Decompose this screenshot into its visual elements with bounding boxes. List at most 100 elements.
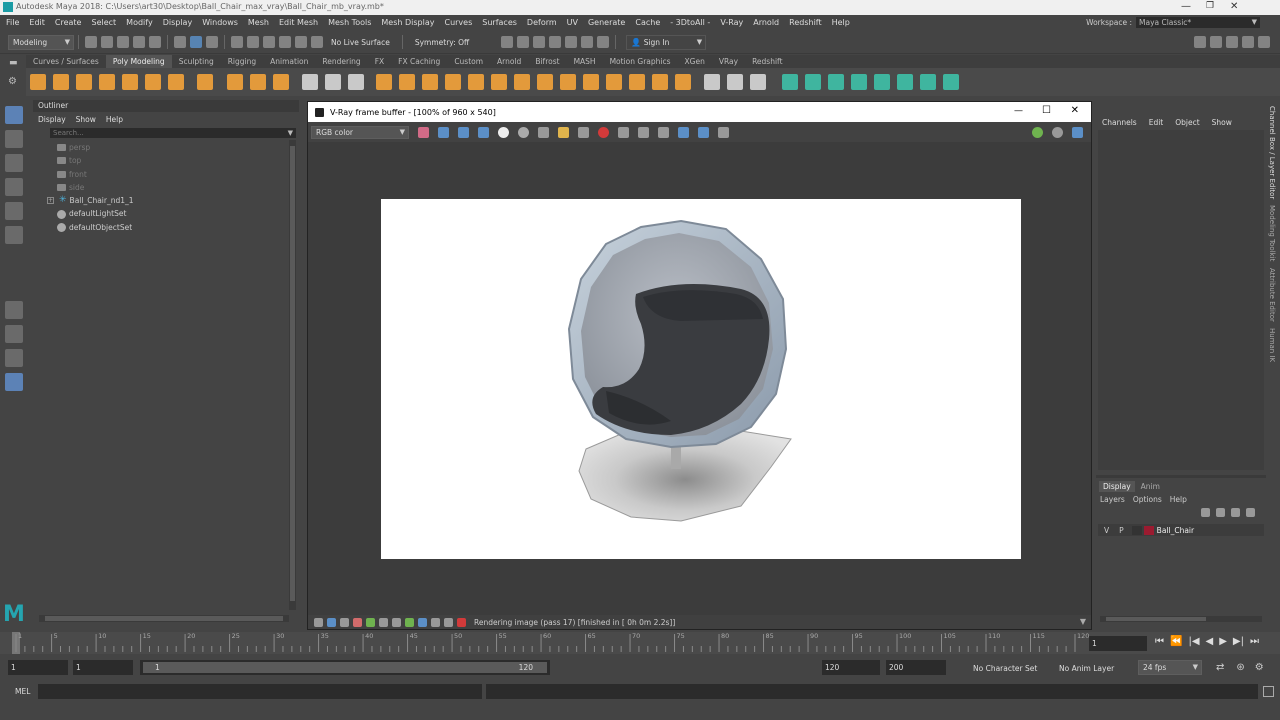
scrollbar-thumb[interactable] — [1106, 617, 1206, 621]
menu-help[interactable]: Help — [832, 18, 850, 27]
ipr-icon[interactable] — [657, 126, 669, 138]
separate-icon[interactable] — [325, 74, 341, 90]
vtab-modeling-toolkit[interactable]: Modeling Toolkit — [1268, 205, 1276, 261]
edge-loop-icon[interactable] — [582, 74, 599, 90]
load-image-icon[interactable] — [557, 126, 569, 138]
scale-tool-icon[interactable] — [5, 226, 23, 244]
live-surface-label[interactable]: No Live Surface — [331, 38, 390, 47]
center-pivot-icon[interactable] — [781, 74, 798, 90]
ipr-render-icon[interactable] — [533, 36, 546, 48]
uv-editor-icon[interactable] — [674, 74, 691, 90]
workspace-dropdown[interactable]: Maya Classic* ▼ — [1136, 17, 1260, 28]
shelf-menu-icon[interactable]: ▬ — [9, 58, 26, 68]
save-scene-icon[interactable] — [117, 36, 129, 48]
fps-dropdown[interactable]: 24 fps ▼ — [1138, 660, 1202, 675]
layer-color-swatch[interactable] — [1143, 525, 1154, 535]
select-tool-icon[interactable] — [5, 106, 23, 124]
outliner-item-side[interactable]: side — [57, 181, 289, 194]
menu-uv[interactable]: UV — [567, 18, 578, 27]
status-tool-icon[interactable] — [353, 617, 362, 627]
new-layer-selected-icon[interactable] — [1246, 508, 1255, 517]
shelf-tab-rigging[interactable]: Rigging — [221, 55, 263, 68]
play-forward-icon[interactable]: ▶ — [1219, 636, 1227, 647]
poly-disc-icon[interactable] — [167, 74, 184, 90]
freeze-transform-icon[interactable] — [804, 74, 821, 90]
menu-redshift[interactable]: Redshift — [789, 18, 821, 27]
menu-mesh[interactable]: Mesh — [248, 18, 269, 27]
platonic-solid-icon[interactable] — [197, 74, 213, 90]
group-icon[interactable] — [873, 74, 890, 90]
start-time-field[interactable]: 1 — [8, 660, 68, 675]
menu-select[interactable]: Select — [91, 18, 116, 27]
shelf-tab-redshift[interactable]: Redshift — [745, 55, 789, 68]
channel-menu-show[interactable]: Show — [1212, 118, 1232, 127]
layer-tab-anim[interactable]: Anim — [1135, 481, 1166, 492]
anim-layer-selector[interactable]: No Anim Layer — [1059, 664, 1114, 673]
menu-set-dropdown[interactable]: Modeling ▼ — [8, 34, 74, 50]
channel-menu-edit[interactable]: Edit — [1149, 118, 1164, 127]
channel-dropdown[interactable]: RGB color ▼ — [311, 125, 409, 139]
vfb-minimize-icon[interactable]: — — [1014, 106, 1023, 116]
shelf-tab-poly-modeling[interactable]: Poly Modeling — [105, 55, 172, 68]
collapse-icon[interactable] — [536, 74, 553, 90]
menu-mesh-display[interactable]: Mesh Display — [381, 18, 434, 27]
restore-icon[interactable]: ❐ — [1206, 1, 1214, 11]
render-icon[interactable] — [1031, 127, 1043, 138]
vfb-close-icon[interactable]: ✕ — [1071, 105, 1079, 116]
status-tool-icon[interactable] — [340, 617, 349, 627]
menu-cache[interactable]: Cache — [635, 18, 660, 27]
outliner-item-persp[interactable]: persp — [57, 141, 289, 154]
channel-menu-channels[interactable]: Channels — [1102, 118, 1137, 127]
blue-channel-icon[interactable] — [477, 126, 489, 138]
sculpt-brush-icon[interactable] — [704, 74, 720, 90]
outliner-menu-help[interactable]: Help — [106, 115, 123, 124]
color-picker-icon[interactable] — [417, 126, 429, 138]
channel-box-icon[interactable] — [1258, 36, 1270, 48]
combine-icon[interactable] — [302, 74, 318, 90]
outliner-item-ball-chair[interactable]: + ✳ Ball_Chair_nd1_1 — [47, 194, 289, 207]
menu-curves[interactable]: Curves — [444, 18, 472, 27]
move-layer-down-icon[interactable] — [1216, 508, 1225, 517]
layer-display-type[interactable] — [1131, 525, 1142, 535]
open-scene-icon[interactable] — [101, 36, 113, 48]
poly-cube-icon[interactable] — [52, 74, 69, 90]
lasso-tool-icon[interactable] — [5, 130, 23, 148]
menu-edit[interactable]: Edit — [29, 18, 45, 27]
outliner-item-front[interactable]: front — [57, 168, 289, 181]
four-pane-layout-icon[interactable] — [5, 325, 23, 343]
layer-name[interactable]: Ball_Chair — [1157, 526, 1194, 535]
menu-vray[interactable]: V-Ray — [720, 18, 743, 27]
chevron-down-icon[interactable]: ▼ — [1080, 617, 1086, 626]
planar-uv-icon[interactable] — [628, 74, 645, 90]
sign-in-button[interactable]: 👤 Sign In ▼ — [626, 34, 707, 50]
status-tool-icon[interactable] — [366, 617, 375, 627]
status-tool-icon[interactable] — [405, 617, 414, 627]
vtab-attribute-editor[interactable]: Attribute Editor — [1268, 268, 1276, 322]
two-pane-layout-icon[interactable] — [5, 349, 23, 367]
time-slider[interactable]: 1 5 10 15 20 25 30 35 40 45 50 55 60 65 70 75 80 85 90 95 10… — [0, 632, 1280, 654]
boolean-icon[interactable] — [375, 74, 392, 90]
status-tool-icon[interactable] — [444, 617, 453, 627]
outliner-vertical-scrollbar[interactable] — [289, 140, 296, 610]
render-last-icon[interactable] — [677, 126, 689, 138]
step-back-key-icon[interactable]: ⏪ — [1170, 636, 1182, 647]
red-channel-icon[interactable] — [437, 126, 449, 138]
unparent-icon[interactable] — [896, 74, 913, 90]
script-editor-icon[interactable] — [1263, 686, 1274, 697]
snap-together-icon[interactable] — [942, 74, 959, 90]
mono-icon[interactable] — [517, 126, 529, 138]
menu-edit-mesh[interactable]: Edit Mesh — [279, 18, 318, 27]
auto-uv-icon[interactable] — [651, 74, 668, 90]
vtab-human-ik[interactable]: Human IK — [1268, 328, 1276, 362]
poly-cone-icon[interactable] — [98, 74, 115, 90]
menu-mesh-tools[interactable]: Mesh Tools — [328, 18, 371, 27]
clear-image-icon[interactable] — [577, 126, 589, 138]
snap-point-icon[interactable] — [263, 36, 275, 48]
status-tool-icon[interactable] — [314, 617, 323, 627]
render-settings-icon[interactable] — [549, 36, 562, 48]
snap-surface-icon[interactable] — [311, 36, 323, 48]
outliner-menu-show[interactable]: Show — [76, 115, 96, 124]
hypershade-icon[interactable] — [565, 36, 578, 48]
loop-icon[interactable]: ⇄ — [1216, 662, 1224, 673]
panel-split-handle[interactable] — [1096, 475, 1266, 478]
